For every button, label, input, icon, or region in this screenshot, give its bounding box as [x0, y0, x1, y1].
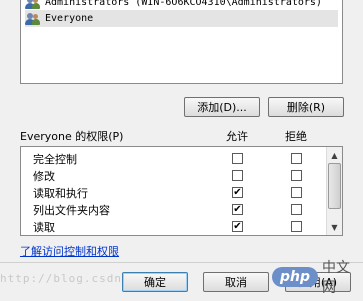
permission-name: 修改 — [33, 170, 55, 183]
learn-access-control-link[interactable]: 了解访问控制和权限 — [20, 243, 119, 259]
remove-button[interactable]: 删除(R) — [268, 97, 344, 117]
permissions-list: 完全控制 修改 读取和执行 ✔ 列出文件夹内容 ✔ 读取 ✔ ▲ ▼ — [20, 146, 343, 236]
logo-text: 中文网 — [322, 260, 351, 296]
deny-column-header: 拒绝 — [285, 130, 307, 143]
cancel-button[interactable]: 取消 — [203, 272, 269, 292]
users-group-icon — [25, 12, 41, 26]
allow-checkbox[interactable] — [232, 153, 243, 164]
permissions-dialog: Administrators (WIN-6O6KCO4310\Administr… — [0, 0, 363, 301]
permission-row: 列出文件夹内容 ✔ — [21, 201, 327, 218]
users-group-icon — [25, 0, 41, 10]
group-user-list[interactable]: Administrators (WIN-6O6KCO4310\Administr… — [20, 0, 343, 84]
permission-name: 完全控制 — [33, 153, 77, 166]
permission-name: 读取 — [33, 221, 55, 234]
allow-checkbox[interactable]: ✔ — [232, 187, 243, 198]
deny-checkbox[interactable] — [291, 221, 302, 232]
allow-checkbox[interactable]: ✔ — [232, 204, 243, 215]
permission-row: 修改 — [21, 167, 327, 184]
user-label: Everyone — [45, 13, 94, 24]
scrollbar-thumb[interactable] — [328, 163, 341, 209]
allow-checkbox[interactable] — [232, 170, 243, 181]
list-item-everyone[interactable]: Everyone — [25, 10, 338, 27]
php-cn-logo: php 中文网 — [272, 257, 363, 297]
allow-checkbox[interactable]: ✔ — [232, 221, 243, 232]
permission-name: 读取和执行 — [33, 187, 88, 200]
deny-checkbox[interactable] — [291, 170, 302, 181]
permission-row: 读取 ✔ — [21, 218, 327, 235]
scroll-up-arrow-icon[interactable]: ▲ — [327, 147, 342, 163]
vertical-scrollbar[interactable]: ▲ ▼ — [326, 147, 342, 235]
permission-name: 列出文件夹内容 — [33, 204, 110, 217]
permission-row: 读取和执行 ✔ — [21, 184, 327, 201]
permission-row: 完全控制 — [21, 150, 327, 167]
deny-checkbox[interactable] — [291, 187, 302, 198]
deny-checkbox[interactable] — [291, 153, 302, 164]
ok-button[interactable]: 确定 — [122, 272, 188, 292]
user-label: Administrators (WIN-6O6KCO4310\Administr… — [45, 0, 322, 8]
deny-checkbox[interactable] — [291, 204, 302, 215]
add-button[interactable]: 添加(D)... — [184, 97, 260, 117]
scroll-down-arrow-icon[interactable]: ▼ — [327, 219, 342, 235]
allow-column-header: 允许 — [226, 130, 248, 143]
logo-pill: php — [272, 267, 319, 287]
permissions-title: Everyone 的权限(P) — [20, 130, 124, 143]
